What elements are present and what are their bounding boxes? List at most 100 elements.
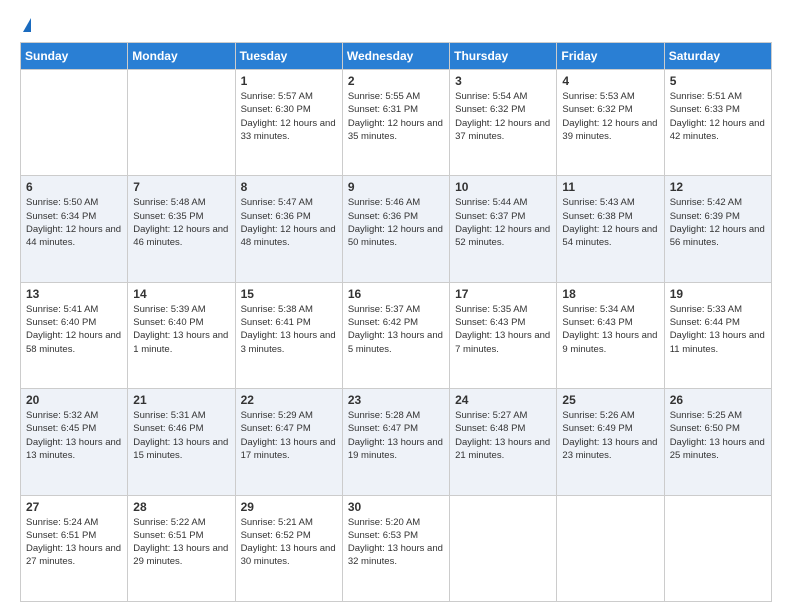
col-header-monday: Monday [128,43,235,70]
day-info: Sunrise: 5:24 AMSunset: 6:51 PMDaylight:… [26,517,121,568]
day-number: 17 [455,287,551,301]
week-row-3: 13 Sunrise: 5:41 AMSunset: 6:40 PMDayligh… [21,282,772,388]
day-cell: 25Sunrise: 5:26 AMSunset: 6:49 PMDayligh… [557,389,664,495]
day-number: 6 [26,180,122,194]
day-cell: 20Sunrise: 5:32 AMSunset: 6:45 PMDayligh… [21,389,128,495]
day-cell [450,495,557,601]
day-number: 29 [241,500,337,514]
col-header-wednesday: Wednesday [342,43,449,70]
day-cell: 26 Sunrise: 5:25 AMSunset: 6:50 PMDayligh… [664,389,771,495]
day-info: Sunrise: 5:42 AMSunset: 6:39 PMDaylight:… [670,197,765,248]
calendar-header-row: SundayMondayTuesdayWednesdayThursdayFrid… [21,43,772,70]
week-row-5: 27 Sunrise: 5:24 AMSunset: 6:51 PMDayligh… [21,495,772,601]
day-info: Sunrise: 5:32 AMSunset: 6:45 PMDaylight:… [26,410,121,461]
day-info: Sunrise: 5:47 AMSunset: 6:36 PMDaylight:… [241,197,336,248]
day-number: 14 [133,287,229,301]
page: SundayMondayTuesdayWednesdayThursdayFrid… [0,0,792,612]
day-info: Sunrise: 5:54 AMSunset: 6:32 PMDaylight:… [455,91,550,142]
day-number: 11 [562,180,658,194]
col-header-sunday: Sunday [21,43,128,70]
day-cell: 14 Sunrise: 5:39 AMSunset: 6:40 PMDayligh… [128,282,235,388]
day-info: Sunrise: 5:53 AMSunset: 6:32 PMDaylight:… [562,91,657,142]
day-number: 23 [348,393,444,407]
day-number: 19 [670,287,766,301]
logo-triangle-icon [23,18,31,32]
logo [20,18,31,32]
day-cell: 2 Sunrise: 5:55 AMSunset: 6:31 PMDaylight… [342,70,449,176]
day-cell: 28 Sunrise: 5:22 AMSunset: 6:51 PMDayligh… [128,495,235,601]
day-cell: 10 Sunrise: 5:44 AMSunset: 6:37 PMDayligh… [450,176,557,282]
day-cell: 22 Sunrise: 5:29 AMSunset: 6:47 PMDayligh… [235,389,342,495]
day-number: 5 [670,74,766,88]
day-cell [128,70,235,176]
day-number: 2 [348,74,444,88]
day-info: Sunrise: 5:33 AMSunset: 6:44 PMDaylight:… [670,304,765,355]
day-number: 21 [133,393,229,407]
col-header-saturday: Saturday [664,43,771,70]
day-info: Sunrise: 5:21 AMSunset: 6:52 PMDaylight:… [241,517,336,568]
day-number: 22 [241,393,337,407]
day-number: 3 [455,74,551,88]
day-info: Sunrise: 5:39 AMSunset: 6:40 PMDaylight:… [133,304,228,355]
day-number: 18 [562,287,658,301]
day-cell: 7Sunrise: 5:48 AMSunset: 6:35 PMDaylight… [128,176,235,282]
day-number: 16 [348,287,444,301]
day-number: 28 [133,500,229,514]
day-cell: 23 Sunrise: 5:28 AMSunset: 6:47 PMDayligh… [342,389,449,495]
day-cell: 12Sunrise: 5:42 AMSunset: 6:39 PMDayligh… [664,176,771,282]
day-number: 27 [26,500,122,514]
week-row-2: 6 Sunrise: 5:50 AMSunset: 6:34 PMDaylight… [21,176,772,282]
day-info: Sunrise: 5:27 AMSunset: 6:48 PMDaylight:… [455,410,550,461]
day-info: Sunrise: 5:29 AMSunset: 6:47 PMDaylight:… [241,410,336,461]
day-info: Sunrise: 5:31 AMSunset: 6:46 PMDaylight:… [133,410,228,461]
day-cell: 9Sunrise: 5:46 AMSunset: 6:36 PMDaylight… [342,176,449,282]
day-cell: 8 Sunrise: 5:47 AMSunset: 6:36 PMDaylight… [235,176,342,282]
day-cell: 24 Sunrise: 5:27 AMSunset: 6:48 PMDayligh… [450,389,557,495]
day-cell: 6 Sunrise: 5:50 AMSunset: 6:34 PMDaylight… [21,176,128,282]
day-info: Sunrise: 5:26 AMSunset: 6:49 PMDaylight:… [562,410,657,461]
day-cell: 3 Sunrise: 5:54 AMSunset: 6:32 PMDaylight… [450,70,557,176]
day-number: 8 [241,180,337,194]
day-cell: 18 Sunrise: 5:34 AMSunset: 6:43 PMDayligh… [557,282,664,388]
day-cell: 4 Sunrise: 5:53 AMSunset: 6:32 PMDaylight… [557,70,664,176]
col-header-tuesday: Tuesday [235,43,342,70]
day-cell [21,70,128,176]
day-info: Sunrise: 5:22 AMSunset: 6:51 PMDaylight:… [133,517,228,568]
day-info: Sunrise: 5:25 AMSunset: 6:50 PMDaylight:… [670,410,765,461]
day-number: 26 [670,393,766,407]
day-number: 7 [133,180,229,194]
day-info: Sunrise: 5:28 AMSunset: 6:47 PMDaylight:… [348,410,443,461]
day-cell: 29 Sunrise: 5:21 AMSunset: 6:52 PMDayligh… [235,495,342,601]
day-cell: 15 Sunrise: 5:38 AMSunset: 6:41 PMDayligh… [235,282,342,388]
day-info: Sunrise: 5:38 AMSunset: 6:41 PMDaylight:… [241,304,336,355]
day-info: Sunrise: 5:20 AMSunset: 6:53 PMDaylight:… [348,517,443,568]
day-number: 4 [562,74,658,88]
day-info: Sunrise: 5:55 AMSunset: 6:31 PMDaylight:… [348,91,443,142]
day-info: Sunrise: 5:41 AMSunset: 6:40 PMDaylight:… [26,304,121,355]
header [20,18,772,32]
week-row-1: 1 Sunrise: 5:57 AMSunset: 6:30 PMDaylight… [21,70,772,176]
calendar-table: SundayMondayTuesdayWednesdayThursdayFrid… [20,42,772,602]
day-cell: 30 Sunrise: 5:20 AMSunset: 6:53 PMDayligh… [342,495,449,601]
day-info: Sunrise: 5:57 AMSunset: 6:30 PMDaylight:… [241,91,336,142]
day-number: 10 [455,180,551,194]
day-info: Sunrise: 5:35 AMSunset: 6:43 PMDaylight:… [455,304,550,355]
day-info: Sunrise: 5:46 AMSunset: 6:36 PMDaylight:… [348,197,443,248]
day-cell: 19 Sunrise: 5:33 AMSunset: 6:44 PMDayligh… [664,282,771,388]
day-cell: 11 Sunrise: 5:43 AMSunset: 6:38 PMDayligh… [557,176,664,282]
day-number: 13 [26,287,122,301]
day-info: Sunrise: 5:44 AMSunset: 6:37 PMDaylight:… [455,197,550,248]
day-info: Sunrise: 5:43 AMSunset: 6:38 PMDaylight:… [562,197,657,248]
day-number: 15 [241,287,337,301]
day-cell: 21 Sunrise: 5:31 AMSunset: 6:46 PMDayligh… [128,389,235,495]
day-number: 1 [241,74,337,88]
day-number: 24 [455,393,551,407]
day-cell [557,495,664,601]
day-cell: 13 Sunrise: 5:41 AMSunset: 6:40 PMDayligh… [21,282,128,388]
day-info: Sunrise: 5:34 AMSunset: 6:43 PMDaylight:… [562,304,657,355]
col-header-thursday: Thursday [450,43,557,70]
day-number: 30 [348,500,444,514]
day-info: Sunrise: 5:50 AMSunset: 6:34 PMDaylight:… [26,197,121,248]
day-cell: 17 Sunrise: 5:35 AMSunset: 6:43 PMDayligh… [450,282,557,388]
day-cell: 5Sunrise: 5:51 AMSunset: 6:33 PMDaylight… [664,70,771,176]
